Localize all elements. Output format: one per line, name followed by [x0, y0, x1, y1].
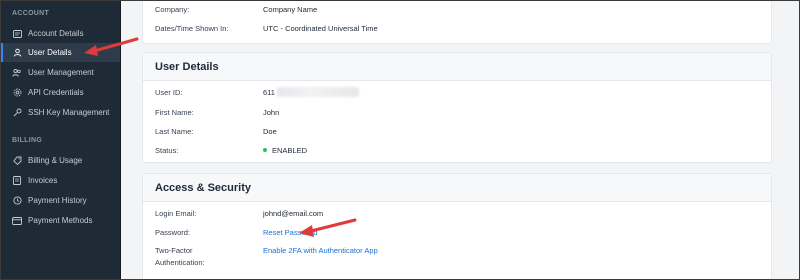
last-name-label: Last Name:	[155, 127, 194, 136]
password-label: Password:	[155, 228, 191, 237]
key-icon	[12, 108, 22, 118]
sidebar-item-label: User Details	[28, 48, 72, 57]
sidebar-item-billing-usage[interactable]: Billing & Usage	[0, 151, 121, 170]
gear-icon	[12, 88, 22, 98]
first-name-label: First Name:	[155, 108, 194, 117]
sidebar-item-user-management[interactable]: User Management	[0, 63, 121, 82]
card-icon	[12, 216, 22, 226]
billing-icon	[12, 156, 22, 166]
timezone-value: UTC - Coordinated Universal Time	[263, 24, 378, 33]
sidebar-item-label: Payment History	[28, 196, 87, 205]
sidebar-item-label: User Management	[28, 68, 94, 77]
sidebar-item-payment-methods[interactable]: Payment Methods	[0, 211, 121, 230]
redacted-user-id	[276, 87, 359, 98]
enable-2fa-link[interactable]: Enable 2FA with Authenticator App	[263, 245, 378, 257]
sidebar-item-invoices[interactable]: Invoices	[0, 171, 121, 190]
timezone-label: Dates/Time Shown In:	[155, 24, 229, 33]
sidebar-item-label: Billing & Usage	[28, 156, 83, 165]
sidebar-item-label: Payment Methods	[28, 216, 93, 225]
users-icon	[12, 68, 22, 78]
twofa-label-line1: Two-Factor	[155, 246, 193, 255]
login-email-value: johnd@email.com	[263, 209, 324, 218]
sidebar-section-account: ACCOUNT	[12, 10, 50, 17]
sidebar-item-label: API Credentials	[28, 88, 84, 97]
invoice-icon	[12, 176, 22, 186]
twofa-label-line2: Authentication:	[155, 258, 205, 267]
sidebar-item-ssh-key-management[interactable]: SSH Key Management	[0, 103, 121, 122]
status-text: ENABLED	[272, 146, 308, 155]
sidebar-section-billing: BILLING	[12, 137, 43, 144]
access-security-card: Access & Security Login Email: johnd@ema…	[142, 173, 772, 280]
sidebar-item-api-credentials[interactable]: API Credentials	[0, 83, 121, 102]
user-id-value: 611	[263, 87, 359, 99]
sidebar: ACCOUNT Account Details User Details Use…	[0, 0, 121, 280]
sidebar-item-account-details[interactable]: Account Details	[0, 24, 121, 43]
main-content: Company: Company Name Dates/Time Shown I…	[121, 0, 800, 280]
company-card: Company: Company Name Dates/Time Shown I…	[142, 0, 772, 44]
user-icon	[12, 48, 22, 58]
user-details-title: User Details	[143, 53, 771, 81]
history-icon	[12, 196, 22, 206]
sidebar-item-user-details[interactable]: User Details	[0, 43, 121, 62]
status-label: Status:	[155, 146, 179, 155]
first-name-value: John	[263, 108, 280, 117]
id-card-icon	[12, 29, 22, 39]
company-value: Company Name	[263, 5, 318, 14]
sidebar-item-label: Account Details	[28, 29, 84, 38]
access-security-title: Access & Security	[143, 174, 771, 202]
company-label: Company:	[155, 5, 190, 14]
sidebar-item-payment-history[interactable]: Payment History	[0, 191, 121, 210]
sidebar-item-label: Invoices	[28, 176, 58, 185]
user-details-card: User Details User ID: 611 First Name: Jo…	[142, 52, 772, 163]
login-email-label: Login Email:	[155, 209, 197, 218]
last-name-value: Doe	[263, 127, 277, 136]
status-value: ENABLED	[263, 145, 307, 157]
user-id-label: User ID:	[155, 88, 183, 97]
user-id-text: 611	[263, 88, 275, 97]
status-dot-icon	[263, 148, 267, 153]
sidebar-item-label: SSH Key Management	[28, 108, 110, 117]
reset-password-link[interactable]: Reset Password	[263, 227, 318, 239]
